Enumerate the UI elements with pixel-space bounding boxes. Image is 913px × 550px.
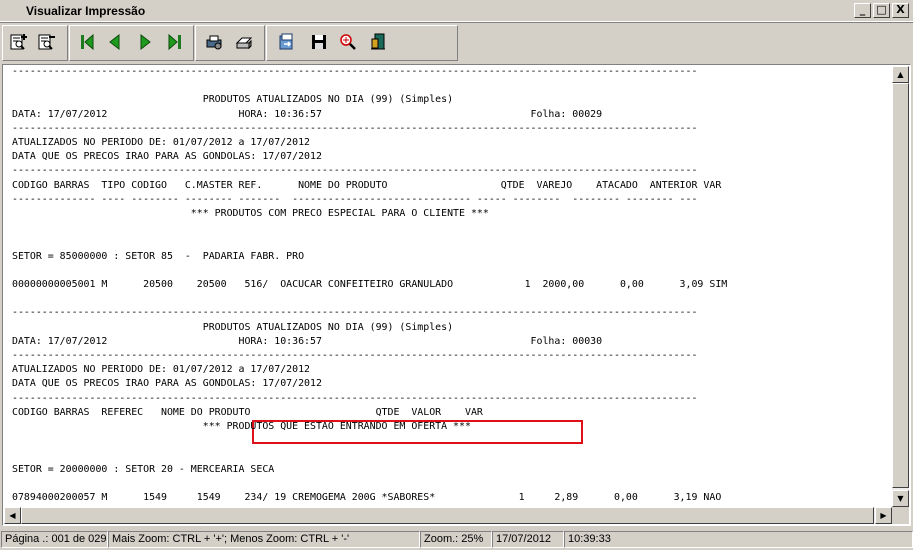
scroll-down-button[interactable]: ▼	[892, 490, 909, 507]
first-page-button[interactable]	[76, 31, 98, 53]
printer-icon	[235, 37, 253, 50]
report-line: -------------- ---- -------- -------- --…	[12, 193, 698, 205]
save-button[interactable]	[308, 31, 330, 53]
report-line: ATUALIZADOS NO PERIODO DE: 01/07/2012 a …	[12, 364, 311, 376]
report-line: SETOR = 20000000 : SETOR 20 - MERCEARIA …	[12, 463, 275, 475]
status-date: 17/07/2012	[492, 531, 564, 548]
minimize-button[interactable]: _	[854, 3, 871, 18]
page-zoom-out-icon	[38, 34, 55, 50]
report-line: DATA QUE OS PRECOS IRAO PARA AS GONDOLAS…	[12, 378, 322, 390]
zoom-out-page-button[interactable]	[36, 31, 58, 53]
exit-door-icon	[371, 33, 385, 50]
report-line: DATA: 17/07/2012 HORA: 10:36:57 Folha: 0…	[12, 108, 603, 120]
exit-button[interactable]	[367, 31, 389, 53]
scroll-right-button[interactable]: ▶	[875, 507, 892, 524]
report-page[interactable]: ----------------------------------------…	[4, 66, 892, 507]
export-button[interactable]	[276, 31, 298, 53]
previous-page-button[interactable]	[104, 31, 126, 53]
vertical-scroll-thumb[interactable]	[892, 83, 909, 488]
search-button[interactable]	[337, 31, 359, 53]
report-line: *** PRODUTOS QUE ESTAO ENTRANDO EM OFERT…	[12, 421, 471, 432]
report-line: PRODUTOS ATUALIZADOS NO DIA (99) (Simple…	[12, 94, 454, 106]
scroll-up-button[interactable]: ▲	[892, 66, 909, 83]
report-line: *** PRODUTOS COM PRECO ESPECIAL PARA O C…	[12, 208, 489, 219]
report-line: SETOR = 85000000 : SETOR 85 - PADARIA FA…	[12, 250, 305, 262]
report-line: DATA: 17/07/2012 HORA: 10:36:57 Folha: 0…	[12, 335, 603, 347]
zoom-in-page-button[interactable]	[8, 31, 30, 53]
report-line: ----------------------------------------…	[12, 307, 698, 319]
status-bar: Página .: 001 de 029 Mais Zoom: CTRL + '…	[0, 529, 913, 550]
first-page-icon	[81, 33, 94, 51]
previous-page-icon	[109, 33, 120, 51]
report-line: ----------------------------------------…	[12, 122, 698, 134]
report-line: 00000000005001 M 20500 20500 516/ OACUCA…	[12, 279, 728, 290]
page-zoom-in-icon	[10, 34, 27, 50]
close-button[interactable]: X	[892, 3, 909, 18]
report-line: DATA QUE OS PRECOS IRAO PARA AS GONDOLAS…	[12, 151, 322, 163]
preview-frame: ----------------------------------------…	[2, 64, 911, 526]
printer-setup-icon	[206, 35, 222, 50]
report-line: ----------------------------------------…	[12, 392, 698, 404]
print-button[interactable]	[233, 31, 255, 53]
last-page-button[interactable]	[164, 31, 186, 53]
print-setup-button[interactable]	[203, 31, 225, 53]
status-zoom: Zoom.: 25%	[420, 531, 492, 548]
scroll-corner	[892, 507, 909, 524]
report-line: ----------------------------------------…	[12, 165, 698, 177]
report-line: CODIGO BARRAS REFEREC NOME DO PRODUTO QT…	[12, 406, 483, 418]
export-icon	[279, 33, 293, 50]
magnifier-icon	[340, 34, 356, 50]
report-line: PRODUTOS ATUALIZADOS NO DIA (99) (Simple…	[12, 321, 454, 333]
status-time: 10:39:33	[564, 531, 913, 548]
horizontal-scroll-thumb[interactable]	[21, 507, 874, 524]
report-line: ----------------------------------------…	[12, 350, 698, 361]
next-page-icon	[140, 33, 151, 51]
maximize-button[interactable]: □	[873, 3, 890, 18]
horizontal-scrollbar[interactable]: ◀ ▶	[4, 507, 892, 524]
scroll-left-button[interactable]: ◀	[4, 507, 21, 524]
status-page: Página .: 001 de 029	[1, 531, 108, 548]
window-title: Visualizar Impressão	[26, 4, 146, 18]
report-line: ----------------------------------------…	[12, 66, 698, 77]
next-page-button[interactable]	[134, 31, 156, 53]
vertical-scrollbar[interactable]: ▲ ▼	[892, 66, 909, 507]
title-bar: Visualizar Impressão _ □ X	[0, 0, 913, 22]
last-page-icon	[168, 33, 181, 51]
toolbar	[0, 22, 913, 63]
report-line: CODIGO BARRAS TIPO CODIGO C.MASTER REF. …	[12, 179, 722, 191]
report-line: 07894000200057 M 1549 1549 234/ 19 CREMO…	[12, 492, 722, 503]
floppy-disk-icon	[312, 35, 326, 49]
report-line: ATUALIZADOS NO PERIODO DE: 01/07/2012 a …	[12, 137, 311, 148]
status-zoom-help: Mais Zoom: CTRL + '+'; Menos Zoom: CTRL …	[108, 531, 420, 548]
